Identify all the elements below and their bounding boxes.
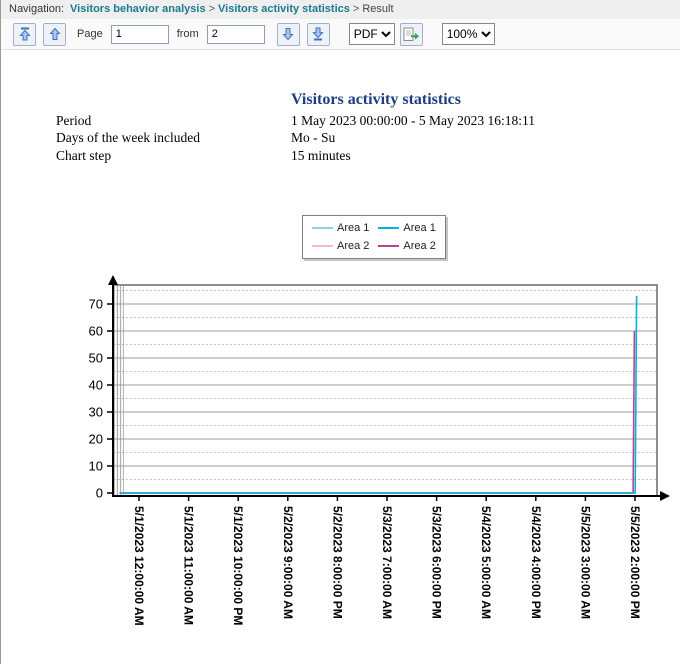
legend-item: Area 2	[378, 240, 435, 252]
breadcrumb-separator: >	[209, 3, 215, 15]
legend-label: Area 1	[403, 222, 435, 234]
next-page-icon	[281, 27, 295, 41]
svg-text:5/2/2023 8:00:00 PM: 5/2/2023 8:00:00 PM	[330, 506, 344, 619]
report-meta-row: Chart step15 minutes	[56, 147, 666, 164]
export-icon	[403, 27, 420, 42]
legend-label: Area 2	[337, 240, 369, 252]
last-page-button[interactable]	[307, 23, 330, 46]
report-viewer-window: Navigation:Visitors behavior analysis>Vi…	[0, 0, 680, 664]
svg-text:20: 20	[89, 432, 103, 447]
meta-label: Chart step	[56, 147, 291, 164]
svg-text:5/3/2023 7:00:00 AM: 5/3/2023 7:00:00 AM	[380, 506, 394, 619]
svg-text:50: 50	[89, 351, 103, 366]
breadcrumb: Navigation:Visitors behavior analysis>Vi…	[1, 0, 680, 20]
from-label: from	[177, 28, 199, 40]
zoom-select[interactable]: 100%	[442, 23, 495, 45]
svg-text:0: 0	[96, 486, 103, 501]
svg-text:5/4/2023 4:00:00 PM: 5/4/2023 4:00:00 PM	[529, 506, 543, 619]
legend-line-swatch	[312, 227, 333, 229]
meta-label: Period	[56, 112, 291, 129]
chart-legend: Area 1 Area 1 Area 2 Area 2	[302, 215, 446, 259]
first-page-button[interactable]	[13, 23, 36, 46]
svg-text:5/5/2023 3:00:00 AM: 5/5/2023 3:00:00 AM	[578, 506, 592, 619]
legend-item: Area 1	[378, 222, 435, 234]
last-page-icon	[311, 27, 325, 41]
svg-text:5/1/2023 10:00:00 PM: 5/1/2023 10:00:00 PM	[231, 506, 245, 625]
page-number-input[interactable]	[111, 25, 169, 44]
svg-text:10: 10	[89, 459, 103, 474]
page-label: Page	[77, 28, 103, 40]
breadcrumb-current: Result	[362, 3, 393, 15]
breadcrumb-link-visitors-behavior-analysis[interactable]: Visitors behavior analysis	[70, 3, 206, 15]
pages-total-input[interactable]	[207, 25, 265, 44]
report-meta-row: Period1 May 2023 00:00:00 - 5 May 2023 1…	[56, 112, 666, 129]
svg-text:5/5/2023 2:00:00 PM: 5/5/2023 2:00:00 PM	[628, 506, 642, 619]
legend-label: Area 1	[337, 222, 369, 234]
breadcrumb-separator: >	[353, 3, 359, 15]
report-title: Visitors activity statistics	[71, 91, 680, 109]
toolbar: Page from PDF	[1, 19, 680, 50]
legend-item: Area 2	[312, 240, 369, 252]
svg-text:70: 70	[89, 297, 103, 312]
export-format-select[interactable]: PDF	[349, 23, 395, 45]
meta-label: Days of the week included	[56, 129, 291, 146]
legend-item: Area 1	[312, 222, 369, 234]
breadcrumb-prefix: Navigation:	[9, 3, 64, 15]
report-meta: Period1 May 2023 00:00:00 - 5 May 2023 1…	[56, 112, 666, 164]
svg-text:5/1/2023 11:00:00 AM: 5/1/2023 11:00:00 AM	[182, 506, 196, 625]
meta-value: 1 May 2023 00:00:00 - 5 May 2023 16:18:1…	[291, 112, 666, 129]
chart-svg: 0 10 20 30 40 50 60 70 5/1/2023 12:00:00 AM 5/1/2…	[1, 272, 680, 664]
svg-text:40: 40	[89, 378, 103, 393]
meta-value: Mo - Su	[291, 129, 666, 146]
legend-line-swatch	[378, 245, 399, 247]
legend-line-swatch	[312, 245, 333, 247]
first-page-icon	[18, 27, 32, 41]
svg-text:5/3/2023 6:00:00 PM: 5/3/2023 6:00:00 PM	[430, 506, 444, 619]
svg-text:30: 30	[89, 405, 103, 420]
breadcrumb-link-visitors-activity-statistics[interactable]: Visitors activity statistics	[218, 3, 350, 15]
export-button[interactable]	[400, 23, 423, 46]
svg-text:60: 60	[89, 324, 103, 339]
svg-text:5/2/2023 9:00:00 AM: 5/2/2023 9:00:00 AM	[281, 506, 295, 619]
report-meta-row: Days of the week includedMo - Su	[56, 129, 666, 146]
previous-page-button[interactable]	[43, 23, 66, 46]
svg-text:5/4/2023 5:00:00 AM: 5/4/2023 5:00:00 AM	[479, 506, 493, 619]
legend-line-swatch	[378, 227, 399, 229]
svg-text:5/1/2023 12:00:00 AM: 5/1/2023 12:00:00 AM	[132, 506, 146, 626]
legend-label: Area 2	[403, 240, 435, 252]
meta-value: 15 minutes	[291, 147, 666, 164]
previous-page-icon	[48, 27, 62, 41]
next-page-button[interactable]	[277, 23, 300, 46]
